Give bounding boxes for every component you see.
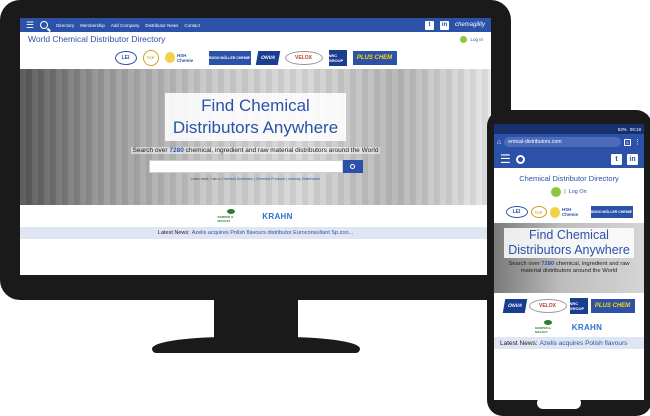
chemagility-logo[interactable]: chemagility	[455, 22, 485, 28]
browser-bar: ⌂ emical-distributors.com 5 ⋮	[494, 134, 644, 150]
hero-subtitle: Search over 7280 chemical, ingredient an…	[130, 147, 381, 154]
logo-bodo-moller[interactable]: BODO MÖLLER CHEMIE	[208, 50, 251, 65]
search-icon[interactable]	[515, 154, 525, 164]
news-headline-link[interactable]: Azelis acquires Polish flavours distribu…	[192, 230, 353, 236]
hero-subtitle-prefix: Search over	[132, 147, 168, 154]
desktop-monitor: ☰ Directory Membership Add Company Distr…	[0, 0, 511, 300]
divider: |	[564, 189, 566, 195]
logo-tcf[interactable]: TCF	[530, 206, 547, 218]
login-link[interactable]: Log In	[470, 37, 483, 42]
search-icon	[350, 164, 355, 169]
linkedin-icon[interactable]: in	[439, 20, 449, 30]
desktop-top-nav: ☰ Directory Membership Add Company Distr…	[20, 18, 491, 32]
logo-hsh-chemie[interactable]: HSH Chemie	[550, 206, 588, 218]
phone-hero-title-box: Find Chemical Distributors Anywhere	[504, 228, 634, 258]
logo-bodo-moller[interactable]: BODO MÖLLER CHEMIE	[590, 206, 633, 218]
home-icon[interactable]: ⌂	[497, 139, 501, 146]
phone-hero-subtitle: Search over 7280 chemical, ingredient an…	[494, 261, 644, 275]
phone-status-bar: 53% 09:18	[494, 124, 644, 134]
hero-title-line-2: Distributors Anywhere	[508, 243, 630, 257]
hero-subtitle-prefix: Search over	[508, 261, 540, 267]
logo-lei[interactable]: LEI	[114, 50, 137, 65]
news-ticker: Latest News: Azelis acquires Polish flav…	[20, 227, 491, 239]
hero-title-box: Find Chemical Distributors Anywhere	[164, 93, 347, 141]
tabs-count[interactable]: 5	[624, 138, 631, 146]
logo-nrc-group[interactable]: NRC GROUP	[569, 298, 588, 314]
hero-subtitle-suffix: chemical, ingredient and raw material di…	[185, 147, 379, 154]
learn-more-links[interactable]: Chemical Distributor | Chemical Producer…	[221, 177, 320, 181]
logo-onva[interactable]: ONVA	[255, 50, 280, 65]
distributor-count: 7280	[169, 147, 184, 154]
nav-link-directory[interactable]: Directory	[56, 23, 74, 28]
logo-velox[interactable]: VELOX	[528, 299, 567, 313]
nav-link-add-company[interactable]: Add Company	[111, 23, 140, 28]
phone-news-ticker: Latest News: Azelis acquires Polish flav…	[494, 337, 644, 349]
desktop-header: World Chemical Distributor Directory Log…	[20, 32, 491, 46]
logo-nrc-group[interactable]: NRC GROUP	[328, 49, 347, 66]
hero-title-line-2: Distributors Anywhere	[172, 118, 339, 137]
monitor-stand-neck	[214, 296, 298, 342]
logo-tcf[interactable]: TCF	[142, 49, 159, 66]
menu-icon[interactable]: ☰	[26, 18, 34, 32]
phone-screen: 53% 09:18 ⌂ emical-distributors.com 5 ⋮ …	[494, 124, 644, 400]
nav-link-distributor-news[interactable]: Distributor News	[145, 23, 178, 28]
logo-kemper-mackay[interactable]: KEMPER & MACKAY	[535, 320, 561, 334]
phone-login: | Log On	[494, 187, 644, 197]
logo-onva[interactable]: ONVA	[502, 299, 527, 313]
logo-velox[interactable]: VELOX	[284, 50, 323, 65]
device-mockup: ☰ Directory Membership Add Company Distr…	[0, 0, 650, 416]
phone-top-nav: ☰ t in	[494, 150, 644, 168]
monitor-stand-base	[152, 337, 360, 353]
user-icon[interactable]	[551, 187, 562, 197]
phone-sponsor-logos: KEMPER & MACKAY KRAHN	[494, 317, 644, 337]
more-options-icon[interactable]: ⋮	[634, 138, 641, 146]
battery-level: 53%	[617, 126, 627, 132]
linkedin-icon[interactable]: in	[627, 153, 638, 165]
page-title[interactable]: World Chemical Distributor Directory	[28, 34, 165, 44]
logo-hsh-chemie[interactable]: HSH Chemie	[165, 51, 203, 65]
hero-title-line-1: Find Chemical	[201, 96, 310, 115]
search-button[interactable]	[342, 160, 363, 173]
desktop-screen: ☰ Directory Membership Add Company Distr…	[20, 18, 491, 275]
sponsor-logos: KEMPER & MACKAY KRAHN	[20, 205, 491, 227]
phone-hero: Find Chemical Distributors Anywhere Sear…	[494, 223, 644, 293]
twitter-icon[interactable]: t	[611, 153, 622, 165]
news-label: Latest News:	[157, 230, 190, 236]
logo-krahn[interactable]: KRAHN	[262, 209, 294, 223]
search-icon[interactable]	[40, 21, 49, 29]
phone-device: 53% 09:18 ⌂ emical-distributors.com 5 ⋮ …	[487, 110, 650, 416]
learn-more: Learn more, I am a Chemical Distributor …	[191, 177, 321, 181]
login-link[interactable]: Log On	[569, 189, 587, 195]
learn-more-prefix: Learn more, I am a	[190, 177, 221, 181]
partner-logos: LEI TCF HSH Chemie BODO MÖLLER CHEMIE ON…	[20, 46, 491, 69]
url-field[interactable]: emical-distributors.com	[504, 137, 621, 147]
logo-kemper-mackay[interactable]: KEMPER & MACKAY	[218, 209, 244, 223]
logo-lei[interactable]: LEI	[505, 206, 528, 218]
search-bar	[148, 160, 363, 173]
hero-title-line-1: Find Chemical	[529, 228, 609, 242]
logo-krahn[interactable]: KRAHN	[571, 320, 603, 334]
clock: 09:18	[629, 126, 641, 132]
news-headline-link[interactable]: Azelis acquires Polish flavours	[540, 340, 628, 347]
logo-plus-chem[interactable]: PLUS CHEM	[352, 50, 397, 65]
phone-home-button[interactable]	[537, 397, 581, 409]
twitter-icon[interactable]: t	[424, 20, 434, 30]
menu-icon[interactable]: ☰	[500, 152, 511, 166]
phone-partner-logos-mid: ONVA VELOX NRC GROUP PLUS CHEM	[494, 295, 644, 317]
phone-partner-logos-top: LEI TCF HSH Chemie BODO MÖLLER CHEMIE	[494, 201, 644, 223]
distributor-count: 7280	[541, 261, 555, 267]
news-label: Latest News:	[500, 339, 538, 347]
hero-banner: Find Chemical Distributors Anywhere Sear…	[20, 69, 491, 205]
nav-link-membership[interactable]: Membership	[80, 23, 105, 28]
search-input[interactable]	[148, 160, 343, 173]
nav-link-contact[interactable]: Contact	[184, 23, 200, 28]
logo-plus-chem[interactable]: PLUS CHEM	[590, 299, 635, 313]
phone-page-title[interactable]: Chemical Distributor Directory	[494, 174, 644, 183]
user-icon[interactable]	[460, 35, 468, 43]
